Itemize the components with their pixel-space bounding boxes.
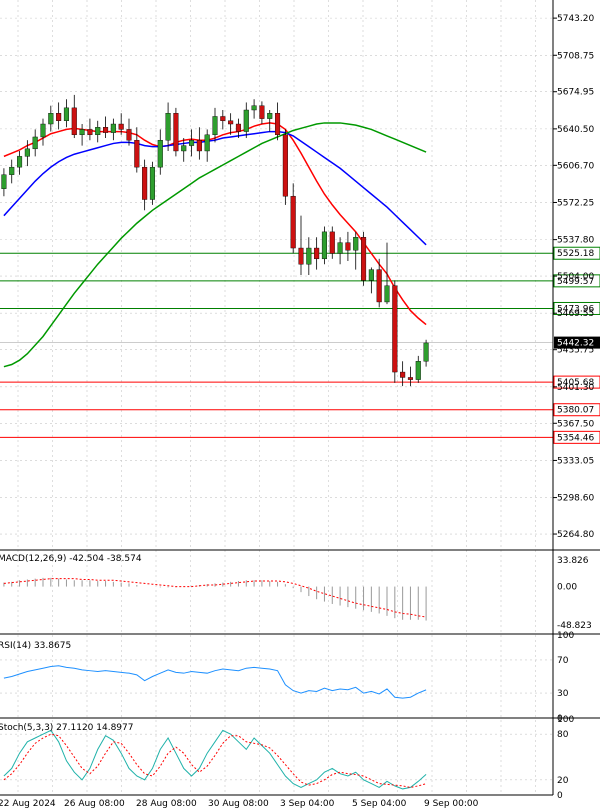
candle-body [173, 113, 179, 152]
candle-body [329, 231, 335, 254]
candle-body [56, 113, 62, 121]
candle-body [196, 139, 202, 152]
candle-body [87, 129, 93, 136]
y-tick-label: 5298.60 [557, 494, 594, 504]
x-tick-label: 22 Aug 2024 [0, 799, 56, 809]
stoch-title: Stoch(5,3,3) 27.1120 14.8977 [0, 723, 133, 733]
candle-body [102, 127, 109, 133]
rsi-tick-label: 30 [557, 689, 569, 699]
rsi-title: RSI(14) 33.8675 [0, 641, 71, 651]
candle-body [181, 145, 187, 152]
stoch-tick-label: 20 [557, 776, 569, 786]
rsi-tick-label: 100 [557, 631, 574, 641]
y-tick-label: 5504.00 [557, 272, 594, 282]
x-tick-label: 26 Aug 08:00 [64, 799, 125, 809]
candle-body [40, 123, 46, 138]
candle-body [48, 113, 54, 125]
ma-line [3, 130, 427, 246]
candle-body [384, 285, 390, 303]
candle-body [376, 269, 382, 303]
candle-body [337, 242, 343, 254]
candle-body [228, 120, 234, 125]
price-levels: 5525.185499.575473.965405.685380.075354.… [0, 246, 600, 444]
stoch-tick-label: 0 [557, 791, 563, 801]
y-tick-label: 5743.20 [557, 14, 594, 24]
x-tick-label: 28 Aug 08:00 [136, 799, 197, 809]
macd-tick-label: 33.826 [557, 556, 589, 566]
candle-body [423, 342, 429, 362]
y-tick-label: 5469.55 [557, 309, 594, 319]
candle-body [110, 123, 116, 133]
candle-body [251, 105, 257, 111]
y-tick-label: 5435.75 [557, 346, 594, 356]
candle-body [79, 129, 85, 136]
candle-body [134, 139, 140, 168]
candle-body [149, 166, 155, 200]
candle-body [267, 113, 273, 119]
y-tick-label: 5367.50 [557, 419, 594, 429]
level-label: 5354.46 [557, 433, 594, 443]
rsi-tick-label: 70 [557, 656, 569, 666]
macd-panel: 33.826 0.00 -48.823 [3, 556, 592, 631]
candle-body [1, 174, 7, 189]
level-label: 5525.18 [557, 249, 594, 259]
macd-tick-label: 0.00 [557, 583, 577, 593]
candle-body [118, 123, 124, 130]
trading-chart[interactable]: 5525.185499.575473.965405.685380.075354.… [0, 0, 600, 810]
candle-body [314, 247, 320, 260]
candle-body [361, 237, 367, 281]
y-tick-label: 5333.05 [557, 456, 594, 466]
candle-body [157, 139, 163, 168]
candle-body [415, 361, 421, 380]
candle-body [142, 166, 148, 200]
candle-body [353, 237, 359, 251]
candle-body [32, 136, 38, 150]
candle-body [275, 113, 281, 136]
candle-body [165, 113, 171, 141]
y-tick-label: 5674.95 [557, 88, 594, 98]
stoch-tick-label: 100 [557, 715, 574, 725]
ma-line [3, 122, 427, 326]
rsi-panel: 10070300 [0, 631, 574, 724]
candle-body [282, 134, 288, 197]
candle-body [220, 116, 226, 121]
candle-body [188, 139, 195, 146]
candle-body [400, 371, 406, 378]
candle-body [95, 127, 101, 136]
candle-body [126, 129, 132, 141]
y-tick-label: 5708.75 [557, 51, 594, 61]
candle-body [63, 107, 70, 121]
y-tick-label: 5537.80 [557, 236, 594, 246]
candle-body [235, 123, 241, 132]
x-tick-label: 3 Sep 04:00 [280, 799, 335, 809]
candle-body [259, 105, 265, 119]
candle-body [212, 116, 218, 136]
candle-body [243, 109, 249, 132]
candle-body [204, 134, 210, 152]
y-tick-label: 5264.80 [557, 530, 594, 540]
candle-body [407, 377, 414, 380]
candle-body [321, 231, 328, 260]
y-tick-label: 5572.25 [557, 198, 594, 208]
stoch-tick-label: 80 [557, 730, 569, 740]
candle-body [71, 107, 77, 136]
candle-body [24, 148, 30, 157]
candle-body [290, 196, 296, 249]
candle-body [298, 247, 304, 265]
y-tick-label: 5606.70 [557, 161, 594, 171]
y-tick-label: 5401.30 [557, 383, 594, 393]
y-tick-label: 5640.50 [557, 125, 594, 135]
x-tick-label: 5 Sep 04:00 [352, 799, 407, 809]
level-label: 5380.07 [557, 406, 594, 416]
candle-body [9, 166, 15, 175]
macd-tick-label: -48.823 [557, 621, 592, 631]
x-tick-label: 30 Aug 08:00 [208, 799, 269, 809]
x-tick-label: 9 Sep 00:00 [424, 799, 479, 809]
macd-title: MACD(12,26,9) -42.504 -38.574 [0, 554, 142, 564]
candle-body [345, 242, 351, 251]
candle-body [306, 247, 312, 265]
candle-body [392, 285, 398, 373]
candle-body [368, 269, 374, 281]
candle-body [17, 156, 23, 168]
